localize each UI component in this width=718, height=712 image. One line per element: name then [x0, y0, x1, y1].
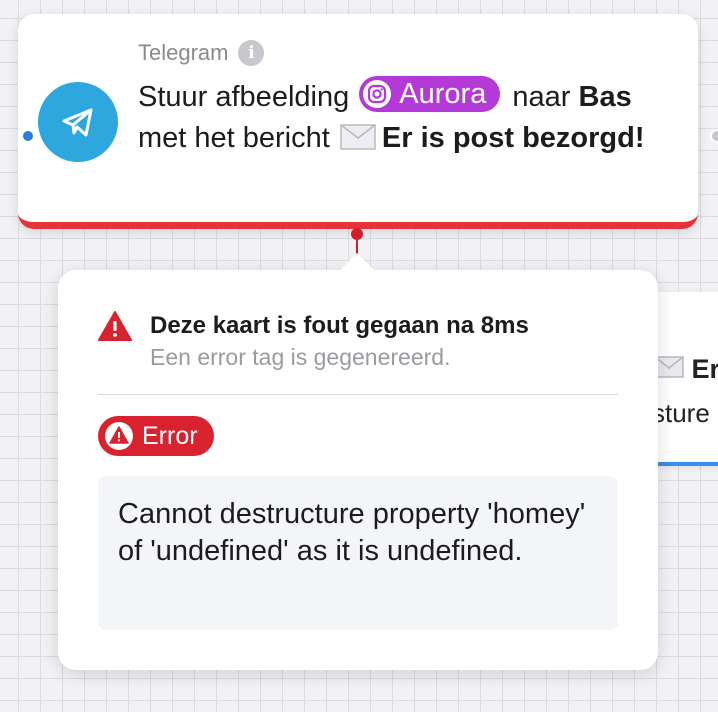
- error-subtitle: Een error tag is gegenereerd.: [150, 344, 451, 370]
- popover-arrow: [340, 253, 374, 287]
- action-text: Stuur afbeelding: [138, 81, 350, 113]
- envelope-icon: [654, 354, 692, 384]
- app-name: Telegram: [138, 40, 229, 65]
- telegram-flow-card[interactable]: Telegram i Stuur afbeelding Aurora naar …: [18, 14, 718, 229]
- connector-word: naar: [512, 81, 571, 113]
- error-connector-dot: [351, 228, 363, 240]
- warning-triangle-icon: [98, 310, 132, 347]
- envelope-icon: [340, 121, 376, 162]
- app-header: Telegram i: [138, 40, 265, 66]
- error-title: Deze kaart is fout gegaan na 8ms: [150, 312, 529, 339]
- instagram-camera-icon: [363, 80, 392, 108]
- message-text: Er is post bezorgd!: [381, 122, 645, 154]
- source-token[interactable]: Aurora: [359, 76, 501, 112]
- info-icon[interactable]: i: [238, 40, 265, 66]
- action-sentence: Stuur afbeelding Aurora naar Bas met het…: [138, 76, 668, 162]
- divider: [98, 394, 618, 395]
- error-message: Cannot destructure property 'homey' of '…: [98, 476, 618, 630]
- warning-circle-icon: [104, 421, 134, 451]
- error-badge-label: Error: [142, 421, 198, 450]
- background-card-text-line: sture: [652, 398, 710, 428]
- background-card-text-line: Er: [654, 354, 718, 385]
- error-popover: Deze kaart is fout gegaan na 8ms Een err…: [58, 253, 658, 670]
- recipient-name: Bas: [578, 81, 632, 113]
- source-token-label: Aurora: [399, 78, 487, 110]
- output-port[interactable]: [710, 129, 718, 143]
- input-port[interactable]: [21, 129, 35, 143]
- error-tag-badge[interactable]: Error: [98, 416, 214, 456]
- message-intro: met het bericht: [138, 122, 330, 154]
- telegram-paper-plane-icon: [38, 82, 118, 162]
